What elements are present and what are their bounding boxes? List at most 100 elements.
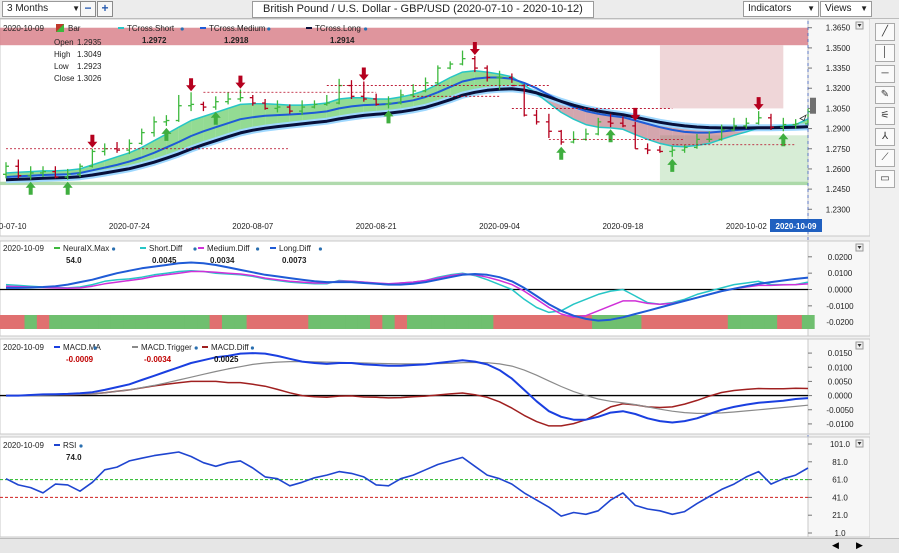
neural-signal-block[interactable] bbox=[394, 315, 408, 329]
ohlc-legend-value: 1.3026 bbox=[77, 74, 102, 83]
horizontal-line-tool-icon[interactable]: ─ bbox=[875, 65, 895, 83]
neural-signal-block[interactable] bbox=[160, 315, 174, 329]
current-date-label: 2020-10-09 bbox=[776, 222, 817, 231]
neural-signal-block[interactable] bbox=[505, 315, 519, 329]
ohlc-legend-label: Open bbox=[54, 38, 74, 47]
neural-signal-block[interactable] bbox=[36, 315, 50, 329]
neural-signal-block[interactable] bbox=[345, 315, 359, 329]
neural-signal-block[interactable] bbox=[295, 315, 309, 329]
neural-signal-block[interactable] bbox=[24, 315, 38, 329]
neural-signal-block[interactable] bbox=[86, 315, 100, 329]
neural-signal-block[interactable] bbox=[740, 315, 753, 329]
neural-signal-block[interactable] bbox=[258, 315, 272, 329]
neural-signal-block[interactable] bbox=[666, 315, 679, 329]
neural-signal-block[interactable] bbox=[49, 315, 63, 329]
neural-signal-block[interactable] bbox=[518, 315, 531, 329]
zoom-out-button[interactable]: − bbox=[80, 1, 96, 17]
neural-signal-block[interactable] bbox=[110, 315, 124, 329]
macd-tick-label: 0.0000 bbox=[828, 392, 853, 401]
neural-signal-block[interactable] bbox=[332, 315, 346, 329]
neural-signal-block[interactable] bbox=[777, 315, 790, 329]
neural-signal-block[interactable] bbox=[184, 315, 198, 329]
neural-signal-block[interactable] bbox=[444, 315, 457, 329]
legend-series-value: 0.0025 bbox=[214, 355, 239, 364]
indicators-button[interactable]: Indicators ▼ bbox=[743, 1, 819, 17]
chevron-down-icon: ▼ bbox=[807, 4, 815, 13]
neural-signal-block[interactable] bbox=[0, 315, 13, 329]
neural-signal-block[interactable] bbox=[555, 315, 568, 329]
neural-signal-block[interactable] bbox=[641, 315, 655, 329]
neural-signal-block[interactable] bbox=[209, 315, 223, 329]
neural-signal-block[interactable] bbox=[320, 315, 334, 329]
neural-signal-block[interactable] bbox=[369, 315, 383, 329]
rsi-panel[interactable]: 101.0 81.0 61.0 41.0 21.0 1.0 2020-10-09 RSI 74.… bbox=[0, 436, 870, 538]
neural-signal-block[interactable] bbox=[98, 315, 112, 329]
vertical-line-tool-icon[interactable]: │ bbox=[875, 44, 895, 62]
neural-signal-block[interactable] bbox=[73, 315, 87, 329]
neural-signal-block[interactable] bbox=[246, 315, 260, 329]
ohlc-legend-value: 1.3049 bbox=[77, 50, 102, 59]
neural-signal-block[interactable] bbox=[61, 315, 75, 329]
legend-series-name: TCross.Medium bbox=[209, 24, 266, 33]
neural-signal-block[interactable] bbox=[234, 315, 248, 329]
line-tool-icon[interactable]: ╱ bbox=[875, 23, 895, 41]
neural-signal-block[interactable] bbox=[530, 315, 544, 329]
neural-signal-block[interactable] bbox=[801, 315, 815, 329]
neural-signal-block[interactable] bbox=[493, 315, 507, 329]
neural-signal-block[interactable] bbox=[592, 315, 605, 329]
neural-signal-block[interactable] bbox=[764, 315, 778, 329]
channel-tool-icon[interactable]: ⅄ bbox=[875, 128, 895, 146]
macd-panel[interactable]: 0.0150 0.0100 0.0050 0.0000 -0.0050 -0.0100 20… bbox=[0, 338, 870, 435]
chart-area[interactable]: 1.3650 1.3500 1.3350 1.3200 1.3050 1.2900 1.27… bbox=[0, 19, 870, 538]
neural-signal-block[interactable] bbox=[357, 315, 371, 329]
neural-signal-block[interactable] bbox=[407, 315, 420, 329]
fibonacci-tool-icon[interactable]: ⚟ bbox=[875, 107, 895, 125]
neural-signal-block[interactable] bbox=[481, 315, 494, 329]
neural-signal-block[interactable] bbox=[653, 315, 667, 329]
legend-series-name: Medium.Diff bbox=[207, 244, 250, 253]
neural-signal-block[interactable] bbox=[629, 315, 642, 329]
neural-signal-block[interactable] bbox=[271, 315, 285, 329]
comment-tool-icon[interactable]: ▭ bbox=[875, 170, 895, 188]
neural-signal-block[interactable] bbox=[727, 315, 741, 329]
neural-signal-block[interactable] bbox=[123, 315, 137, 329]
neural-signal-block[interactable] bbox=[456, 315, 470, 329]
neural-signal-block[interactable] bbox=[308, 315, 322, 329]
neural-signal-block[interactable] bbox=[604, 315, 618, 329]
neural-tick-label: 0.0000 bbox=[828, 286, 853, 295]
scroll-arrow-icon[interactable]: ▶ bbox=[856, 540, 863, 551]
views-button[interactable]: Views ▼ bbox=[820, 1, 872, 17]
neural-signal-block[interactable] bbox=[419, 315, 433, 329]
neural-signal-block[interactable] bbox=[789, 315, 803, 329]
neural-signal-block[interactable] bbox=[431, 315, 445, 329]
neural-panel[interactable]: 0.0200 0.0100 0.0000 -0.0100 -0.0200 2020-10-… bbox=[0, 240, 870, 337]
neural-signal-block[interactable] bbox=[135, 315, 149, 329]
views-label: Views bbox=[825, 3, 852, 14]
zoom-in-button[interactable]: + bbox=[97, 1, 113, 17]
price-axis bbox=[807, 436, 870, 538]
scroll-arrow-icon[interactable]: ◀ bbox=[832, 540, 839, 551]
neural-signal-block[interactable] bbox=[197, 315, 211, 329]
period-select[interactable]: 3 Months ▼ bbox=[2, 1, 84, 17]
trend-angle-tool-icon[interactable]: ⟋ bbox=[875, 149, 895, 167]
price-legend-date: 2020-10-09 bbox=[3, 24, 44, 33]
neural-signal-block[interactable] bbox=[283, 315, 297, 329]
price-tick-label: 1.2300 bbox=[826, 205, 851, 214]
neural-signal-block[interactable] bbox=[752, 315, 766, 329]
ohlc-legend-label: Low bbox=[54, 62, 69, 71]
neural-signal-block[interactable] bbox=[468, 315, 482, 329]
neural-signal-block[interactable] bbox=[172, 315, 186, 329]
neural-signal-block[interactable] bbox=[678, 315, 692, 329]
neural-signal-block[interactable] bbox=[382, 315, 396, 329]
rsi-tick-label: 101.0 bbox=[830, 440, 851, 449]
neural-signal-block[interactable] bbox=[542, 315, 556, 329]
pencil-tool-icon[interactable]: ✎ bbox=[875, 86, 895, 104]
legend-series-name: RSI bbox=[63, 441, 76, 450]
neural-signal-block[interactable] bbox=[715, 315, 729, 329]
neural-signal-block[interactable] bbox=[221, 315, 235, 329]
panel-background bbox=[0, 436, 809, 538]
neural-signal-block[interactable] bbox=[690, 315, 704, 329]
neural-signal-block[interactable] bbox=[147, 315, 161, 329]
neural-signal-block[interactable] bbox=[703, 315, 716, 329]
neural-signal-block[interactable] bbox=[12, 315, 26, 329]
